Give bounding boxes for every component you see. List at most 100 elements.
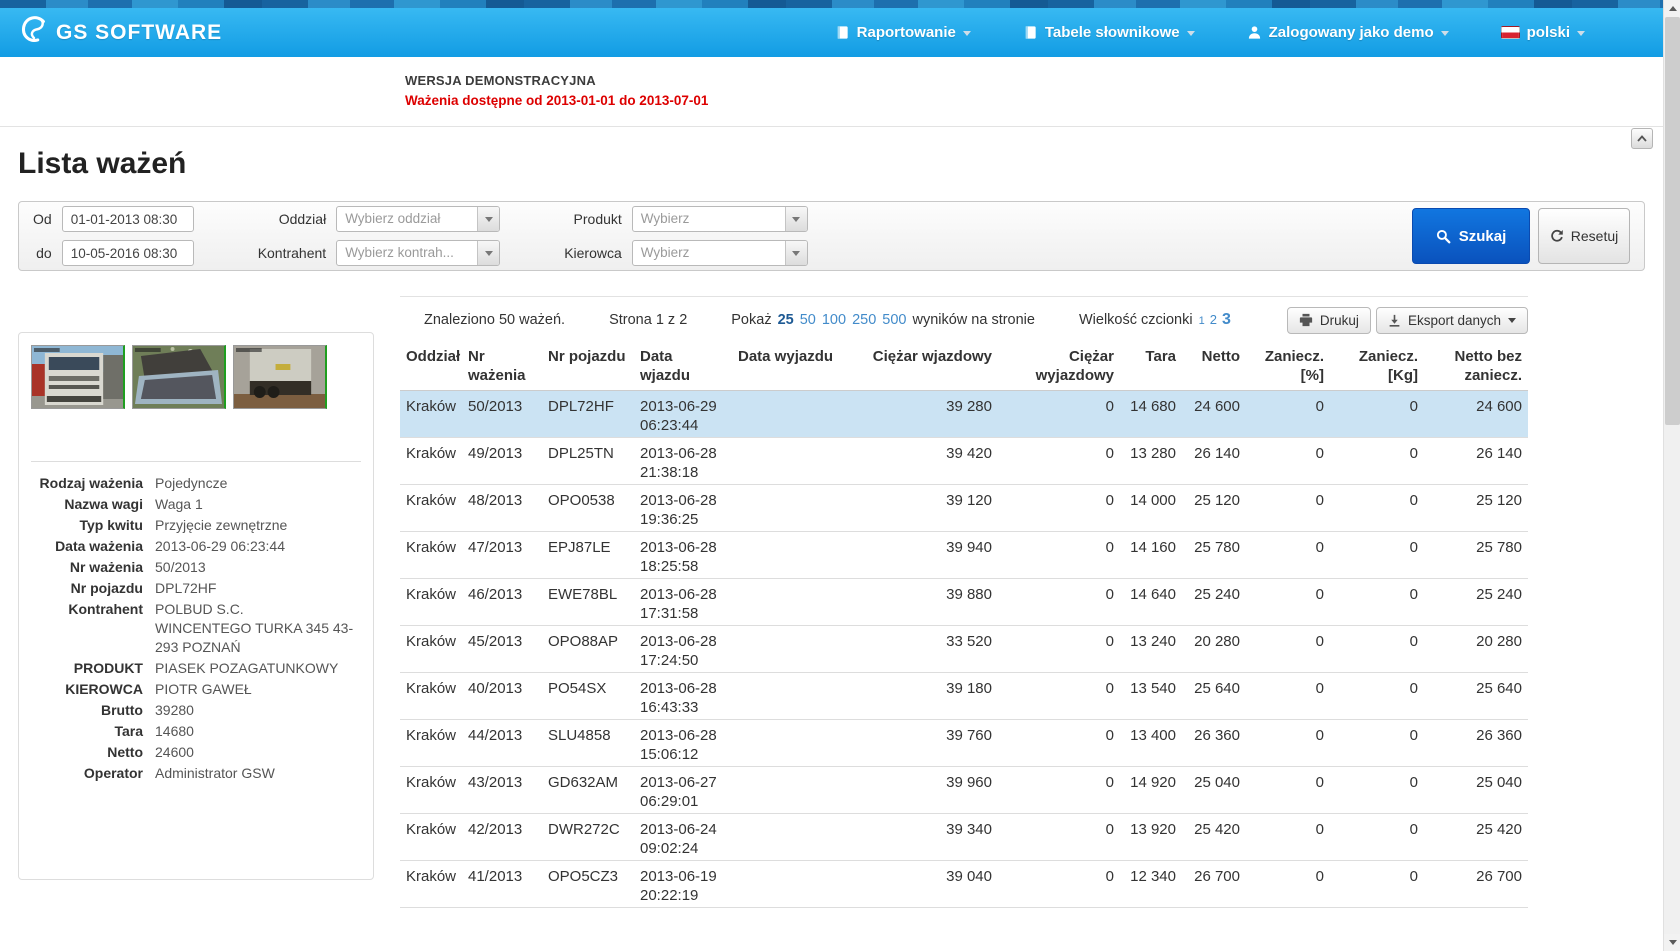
cell-ciezar-wyjazdowy: 0: [998, 391, 1120, 438]
date-from-input[interactable]: [62, 206, 194, 232]
cell-data-wjazdu: 2013-06-28 15:06:12: [634, 720, 732, 767]
cell-netto-bez-zaniecz: 24 600: [1424, 391, 1528, 438]
page-size-link[interactable]: 50: [800, 312, 816, 328]
page-size-link[interactable]: 100: [822, 312, 846, 328]
column-header[interactable]: Data wyjazdu: [732, 342, 850, 391]
cell-netto: 26 360: [1182, 720, 1246, 767]
truck-rear-photo[interactable]: [233, 345, 327, 409]
table-row[interactable]: Kraków 48/2013 OPO0538 2013-06-28 19:36:…: [400, 485, 1528, 532]
reset-button[interactable]: Resetuj: [1538, 208, 1630, 264]
table-row[interactable]: Kraków 50/2013 DPL72HF 2013-06-29 06:23:…: [400, 391, 1528, 438]
branch-select-caret-button[interactable]: [477, 207, 499, 231]
date-to-input[interactable]: [62, 240, 194, 266]
cell-zaniecz-kg: 0: [1330, 673, 1424, 720]
cell-ciezar-wyjazdowy: 0: [998, 673, 1120, 720]
cell-ciezar-wjazdowy: 39 940: [850, 532, 998, 579]
font-size-link[interactable]: 2: [1210, 312, 1217, 327]
content-row: Rodzaj ważenia Pojedyncze Nazwa wagi Wag…: [18, 296, 1528, 908]
cell-netto-bez-zaniecz: 20 280: [1424, 626, 1528, 673]
cell-zaniecz-proc: 0: [1246, 391, 1330, 438]
table-row[interactable]: Kraków 44/2013 SLU4858 2013-06-28 15:06:…: [400, 720, 1528, 767]
column-header[interactable]: Zaniecz. [Kg]: [1330, 342, 1424, 391]
detail-field-value: 14680: [155, 722, 361, 741]
scrollbar-thumb[interactable]: [1665, 17, 1680, 425]
contractor-select-caret-button[interactable]: [477, 241, 499, 265]
nav-label: Zalogowany jako demo: [1269, 24, 1434, 41]
branch-select[interactable]: Wybierz oddział: [336, 206, 500, 232]
chevron-down-icon: [1577, 31, 1585, 36]
cell-netto-bez-zaniecz: 26 140: [1424, 438, 1528, 485]
detail-field-value: 24600: [155, 743, 361, 762]
column-header[interactable]: Nr ważenia: [462, 342, 542, 391]
table-row[interactable]: Kraków 46/2013 EWE78BL 2013-06-28 17:31:…: [400, 579, 1528, 626]
cell-ciezar-wjazdowy: 39 420: [850, 438, 998, 485]
table-row[interactable]: Kraków 40/2013 PO54SX 2013-06-28 16:43:3…: [400, 673, 1528, 720]
column-header[interactable]: Netto bez zaniecz.: [1424, 342, 1528, 391]
cell-zaniecz-proc: 0: [1246, 438, 1330, 485]
cell-data-wyjazdu: [732, 861, 850, 908]
detail-field-row: Nazwa wagi Waga 1: [31, 495, 361, 514]
triangle-up-icon: [1669, 6, 1677, 11]
column-header[interactable]: Netto: [1182, 342, 1246, 391]
table-row[interactable]: Kraków 41/2013 OPO5CZ3 2013-06-19 20:22:…: [400, 861, 1528, 908]
entry-time: 17:31:58: [640, 604, 726, 623]
detail-field-label: Netto: [31, 743, 143, 762]
chevron-down-icon: [1441, 31, 1449, 36]
scroll-to-top-button[interactable]: [1631, 128, 1653, 149]
logo-text: GS SOFTWARE: [56, 21, 222, 45]
column-header[interactable]: Ciężar wjazdowy: [850, 342, 998, 391]
detail-field-value: Pojedyncze: [155, 474, 361, 493]
entry-date: 2013-06-29: [640, 397, 726, 416]
nav-item-user-menu[interactable]: Zalogowany jako demo: [1247, 24, 1449, 41]
cell-data-wjazdu: 2013-06-29 06:23:44: [634, 391, 732, 438]
scrollbar-down-button[interactable]: [1664, 934, 1680, 951]
column-header[interactable]: Nr pojazdu: [542, 342, 634, 391]
table-row[interactable]: Kraków 45/2013 OPO88AP 2013-06-28 17:24:…: [400, 626, 1528, 673]
nav-menu: Raportowanie Tabele słownikowe Zalogowan…: [835, 24, 1585, 41]
font-size-link[interactable]: 1: [1199, 315, 1205, 327]
truck-load-photo[interactable]: [132, 345, 226, 409]
logo-link[interactable]: GS SOFTWARE: [18, 13, 222, 52]
cell-netto: 26 140: [1182, 438, 1246, 485]
date-filter-group: Od do: [33, 206, 194, 266]
cell-tara: 14 640: [1120, 579, 1182, 626]
nav-item-tabele-slownikowe[interactable]: Tabele słownikowe: [1023, 24, 1195, 41]
top-mosaic-strip: [0, 0, 1663, 8]
table-row[interactable]: Kraków 42/2013 DWR272C 2013-06-24 09:02:…: [400, 814, 1528, 861]
page-size-link[interactable]: 250: [852, 312, 876, 328]
driver-select-caret-button[interactable]: [785, 241, 807, 265]
nav-item-language[interactable]: polski: [1501, 24, 1585, 41]
truck-front-photo[interactable]: [31, 345, 125, 409]
entry-time: 17:24:50: [640, 651, 726, 670]
vertical-scrollbar[interactable]: [1663, 0, 1680, 951]
column-header[interactable]: Tara: [1120, 342, 1182, 391]
column-header[interactable]: Ciężar wyjazdowy: [998, 342, 1120, 391]
nav-item-raportowanie[interactable]: Raportowanie: [835, 24, 971, 41]
table-row[interactable]: Kraków 47/2013 EPJ87LE 2013-06-28 18:25:…: [400, 532, 1528, 579]
column-header[interactable]: Oddział: [400, 342, 462, 391]
font-size-link[interactable]: 3: [1222, 311, 1231, 329]
page-size-link[interactable]: 25: [778, 312, 794, 328]
column-header[interactable]: Zaniecz. [%]: [1246, 342, 1330, 391]
cell-nr-pojazdu: GD632AM: [542, 767, 634, 814]
export-button[interactable]: Eksport danych: [1376, 307, 1528, 334]
product-select[interactable]: Wybierz: [632, 206, 808, 232]
cell-data-wyjazdu: [732, 814, 850, 861]
scrollbar-up-button[interactable]: [1664, 0, 1680, 17]
column-header[interactable]: Data wjazdu: [634, 342, 732, 391]
cell-zaniecz-kg: 0: [1330, 485, 1424, 532]
print-button[interactable]: Drukuj: [1287, 307, 1371, 334]
table-row[interactable]: Kraków 43/2013 GD632AM 2013-06-27 06:29:…: [400, 767, 1528, 814]
driver-select[interactable]: Wybierz: [632, 240, 808, 266]
product-select-caret-button[interactable]: [785, 207, 807, 231]
camera-photos: [31, 345, 361, 409]
page-size-link[interactable]: 500: [882, 312, 906, 328]
search-icon: [1436, 229, 1451, 244]
search-button[interactable]: Szukaj: [1412, 208, 1530, 264]
refresh-icon: [1550, 229, 1564, 243]
detail-field-label: Data ważenia: [31, 537, 143, 556]
font-size-label: Wielkość czcionki: [1079, 312, 1193, 328]
cell-netto: 24 600: [1182, 391, 1246, 438]
table-row[interactable]: Kraków 49/2013 DPL25TN 2013-06-28 21:38:…: [400, 438, 1528, 485]
contractor-select[interactable]: Wybierz kontrah...: [336, 240, 500, 266]
